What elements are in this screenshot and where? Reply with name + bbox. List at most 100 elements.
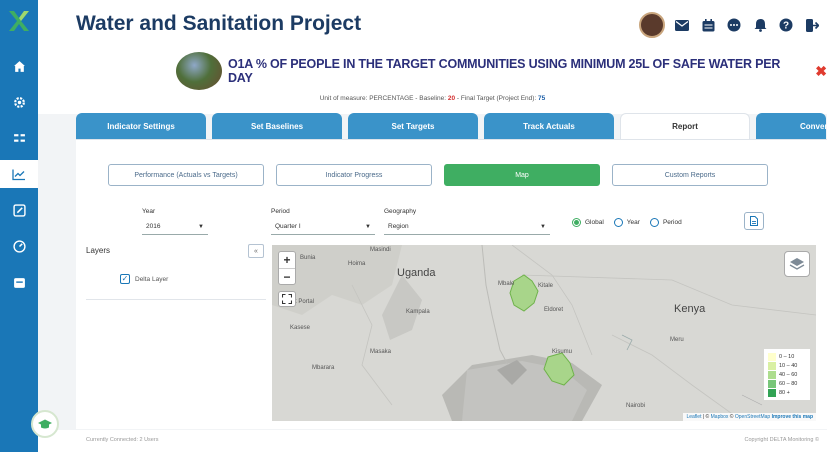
legend-item: 60 – 80: [768, 379, 806, 388]
export-button[interactable]: [744, 212, 764, 230]
legend-swatch: [768, 370, 776, 379]
avatar[interactable]: [639, 12, 665, 38]
tab-conversation[interactable]: Conver: [756, 113, 827, 139]
close-icon: ✖: [815, 62, 827, 79]
mail-button[interactable]: [673, 16, 691, 34]
tab-track-actuals[interactable]: Track Actuals: [484, 113, 614, 139]
logout-button[interactable]: [803, 16, 821, 34]
report-panel: Performance (Actuals vs Targets) Indicat…: [76, 139, 827, 429]
legend-label: 10 – 40: [779, 362, 798, 369]
bell-icon: [754, 19, 766, 32]
header: Water and Sanitation Project ? O1A % OF …: [38, 0, 827, 114]
map-label-hoima: Hoima: [348, 261, 366, 267]
mail-icon: [675, 19, 689, 31]
map-attribution: Leaflet | © Mapbox © OpenStreetMap Impro…: [683, 413, 816, 421]
close-indicator-button[interactable]: ✖: [815, 63, 827, 80]
year-label: Year: [142, 208, 156, 215]
chat-button[interactable]: [725, 16, 743, 34]
chevron-down-icon: ▼: [540, 223, 546, 230]
legend-item: 80 +: [768, 388, 806, 397]
graduation-cap-icon: [38, 419, 52, 428]
radio-period[interactable]: Period: [649, 218, 682, 227]
legend-label: 60 – 80: [779, 380, 798, 387]
map-label-uganda: Uganda: [397, 267, 436, 279]
top-toolbar: ?: [639, 12, 821, 38]
calendar-icon: [702, 18, 714, 31]
radio-year[interactable]: Year: [613, 218, 640, 227]
zoom-out-button[interactable]: −: [279, 268, 295, 284]
map-view[interactable]: Uganda Kenya Kampala Nairobi Masindi Hoi…: [272, 245, 816, 421]
layers-toggle-button[interactable]: [784, 251, 810, 277]
leaflet-link[interactable]: Leaflet: [686, 414, 701, 420]
subtab-performance[interactable]: Performance (Actuals vs Targets): [108, 164, 264, 186]
map-label-masindi: Masindi: [370, 247, 391, 253]
final-target-label: - Final Target (Project End):: [456, 95, 537, 102]
map-label-mbarara: Mbarara: [312, 365, 335, 371]
legend-label: 80 +: [779, 389, 790, 396]
scope-radio-group: Global Year Period: [572, 218, 682, 227]
year-select[interactable]: 2016 ▼: [142, 219, 208, 235]
calendar-button[interactable]: [699, 16, 717, 34]
geography-select[interactable]: Region ▼: [384, 219, 550, 235]
legend-label: 0 – 10: [779, 353, 795, 360]
collapse-layers-button[interactable]: «: [248, 244, 264, 258]
map-label-masaka: Masaka: [370, 349, 392, 355]
fullscreen-button[interactable]: [278, 291, 296, 307]
mapbox-link[interactable]: Mapbox: [711, 414, 729, 420]
radio-period-label: Period: [662, 219, 682, 226]
unit-of-measure-line: Unit of measure: PERCENTAGE - Baseline: …: [38, 95, 827, 102]
radio-global[interactable]: Global: [572, 218, 604, 227]
legend-item: 40 – 60: [768, 370, 806, 379]
map-basemap: [272, 245, 816, 421]
legend-label: 40 – 60: [779, 371, 798, 378]
uom-label: Unit of measure: PERCENTAGE - Baseline:: [319, 95, 447, 102]
report-subtabs: Performance (Actuals vs Targets) Indicat…: [108, 164, 768, 186]
subtab-custom-reports[interactable]: Custom Reports: [612, 164, 768, 186]
period-select[interactable]: Quarter I ▼: [271, 219, 375, 235]
sidebar-item-home[interactable]: [0, 52, 38, 80]
tab-set-targets[interactable]: Set Targets: [348, 113, 478, 139]
chart-line-icon: [12, 169, 25, 180]
osm-link[interactable]: OpenStreetMap: [735, 414, 770, 420]
divider: [86, 299, 266, 300]
sidebar-item-settings[interactable]: [0, 88, 38, 116]
sidebar-item-dashboard[interactable]: [0, 232, 38, 260]
svg-text:?: ?: [783, 21, 789, 32]
main-tabs: Indicator Settings Set Baselines Set Tar…: [76, 113, 827, 139]
layer-item[interactable]: ✓ Delta Layer: [120, 274, 168, 284]
map-label-kisumu: Kisumu: [552, 349, 573, 355]
tab-set-baselines[interactable]: Set Baselines: [212, 113, 342, 139]
subtab-indicator-progress[interactable]: Indicator Progress: [276, 164, 432, 186]
indicator-photo: [176, 52, 222, 90]
app-logo[interactable]: [6, 8, 32, 34]
map-label-kampala: Kampala: [406, 309, 430, 315]
chat-bubble-icon: [727, 18, 741, 32]
logout-icon: [805, 18, 819, 32]
connected-users: Currently Connected: 2 Users: [86, 437, 159, 443]
year-value: 2016: [146, 223, 161, 230]
help-button[interactable]: ?: [777, 16, 795, 34]
radio-dot: [613, 218, 623, 227]
sidebar-item-edit[interactable]: [0, 196, 38, 224]
notifications-button[interactable]: [751, 16, 769, 34]
sidebar-item-reports[interactable]: [0, 160, 38, 188]
subtab-map[interactable]: Map: [444, 164, 600, 186]
baseline-value: 20: [447, 95, 456, 102]
zoom-control: + −: [278, 251, 296, 285]
radio-year-label: Year: [626, 219, 640, 226]
help-chat-button[interactable]: [31, 410, 59, 438]
improve-map-link[interactable]: Improve this map: [772, 414, 813, 420]
tab-indicator-settings[interactable]: Indicator Settings: [76, 113, 206, 139]
checkbox-checked-icon[interactable]: ✓: [120, 274, 130, 284]
map-label-mbale: Mbale: [498, 281, 515, 287]
radio-dot: [649, 218, 659, 227]
layers-title: Layers: [86, 246, 111, 255]
map-label-eldoret: Eldoret: [544, 307, 564, 313]
tab-report[interactable]: Report: [620, 113, 750, 139]
sidebar-item-list[interactable]: [0, 124, 38, 152]
map-label-kitale: Kitale: [538, 283, 554, 289]
map-label-kenya: Kenya: [674, 303, 706, 315]
attribution-separator: | ©: [701, 414, 711, 420]
sidebar-item-folder[interactable]: [0, 268, 38, 296]
zoom-in-button[interactable]: +: [279, 252, 295, 268]
